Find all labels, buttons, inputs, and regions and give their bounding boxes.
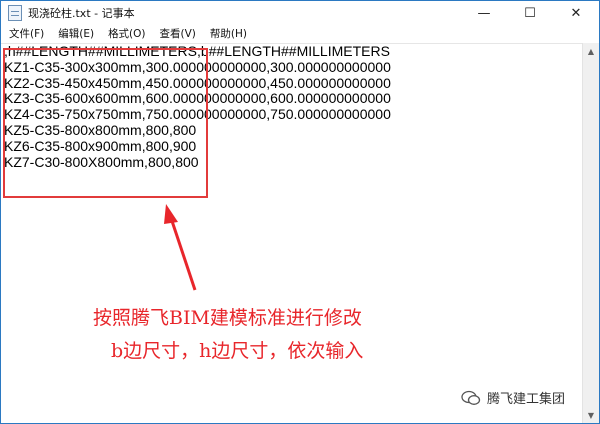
- annotation-line-2: b边尺寸，h边尺寸，依次输入: [111, 340, 364, 362]
- wechat-icon: [461, 390, 481, 405]
- annotation-line-1: 按照腾飞BIM建模标准进行修改: [93, 307, 362, 329]
- watermark-text: 腾飞建工集团: [487, 392, 566, 407]
- watermark: 腾飞建工集团: [461, 388, 565, 407]
